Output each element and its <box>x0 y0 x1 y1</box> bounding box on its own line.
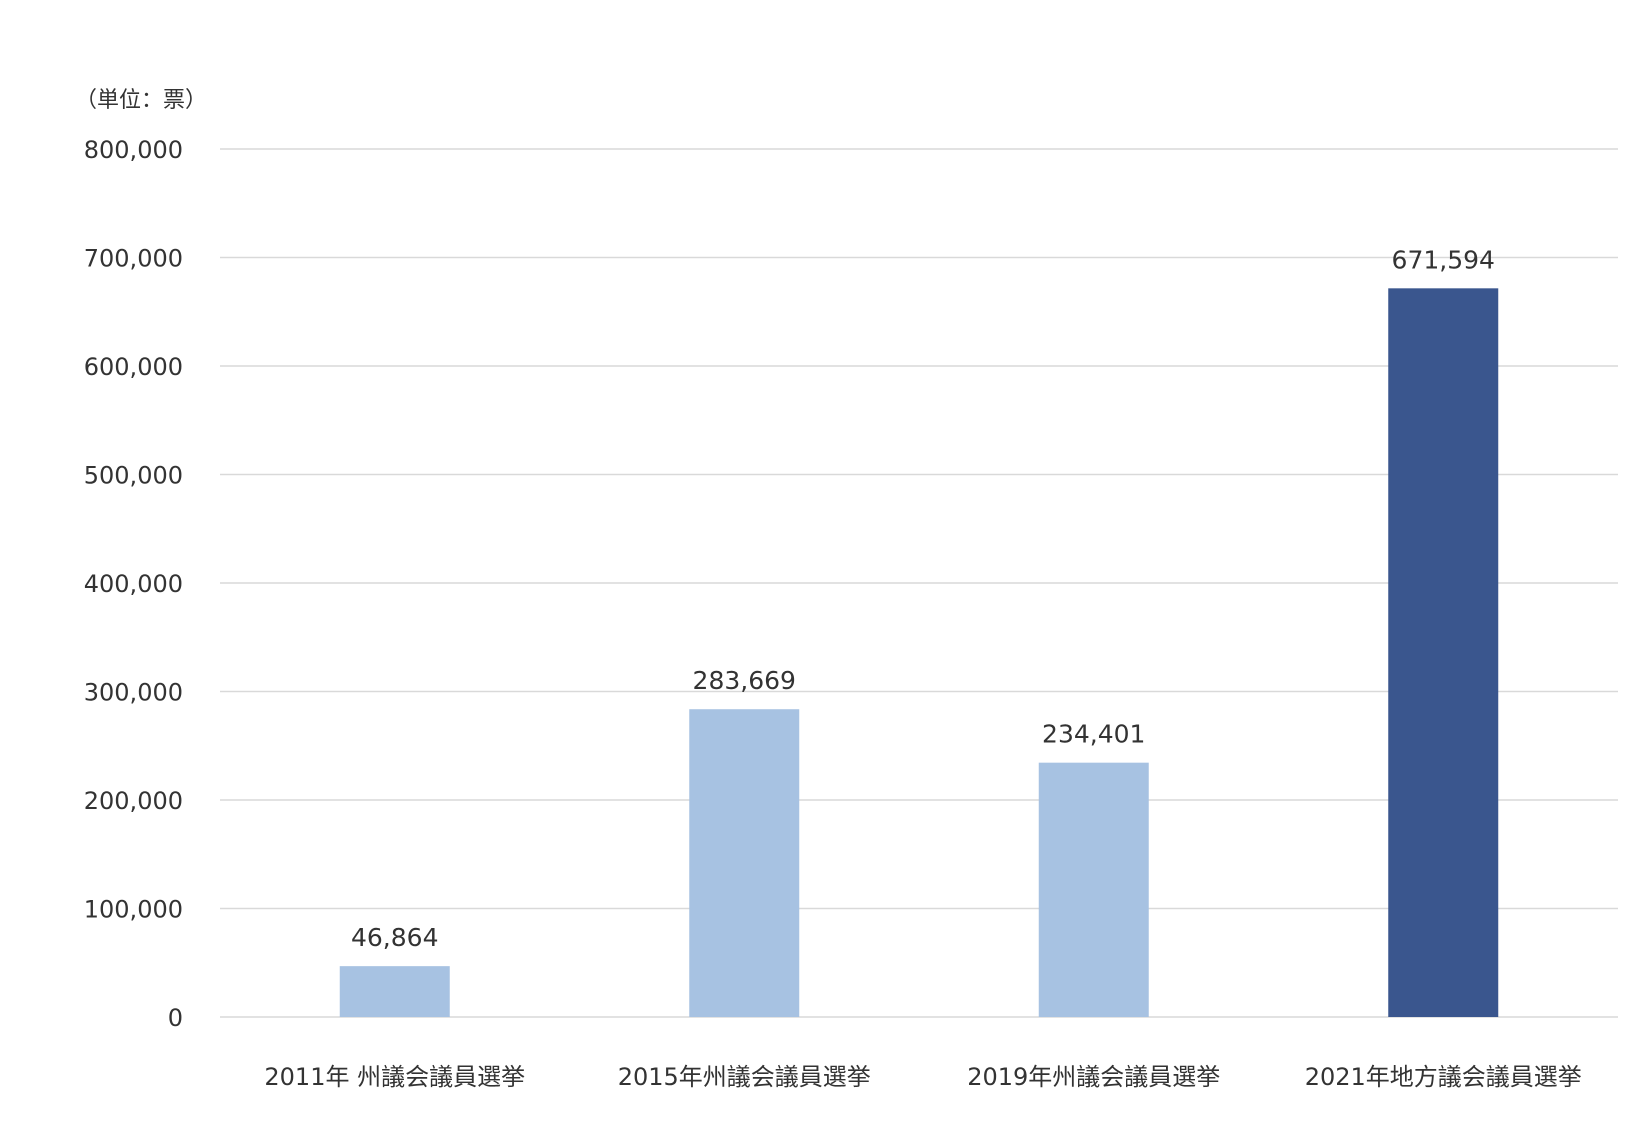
y-tick-label: 0 <box>168 1004 183 1032</box>
bar-value-label: 671,594 <box>1392 245 1495 274</box>
x-axis-categories: 2011年 州議会議員選挙 2015年州議会議員選挙 2019年州議会議員選挙 202… <box>264 1063 1581 1091</box>
y-tick-label: 400,000 <box>84 570 183 598</box>
bar-value-label: 46,864 <box>351 923 438 952</box>
data-labels: 46,864 283,669 234,401 671,594 <box>351 245 1495 952</box>
bar <box>689 709 800 1017</box>
unit-label: （単位：票） <box>75 88 207 113</box>
y-tick-label: 100,000 <box>84 896 183 924</box>
bars <box>339 288 1499 1017</box>
x-category-label: 2019年州議会議員選挙 <box>967 1063 1220 1091</box>
bar <box>1388 288 1499 1017</box>
x-category-label: 2011年 州議会議員選挙 <box>264 1063 525 1091</box>
bar <box>1038 762 1149 1017</box>
y-tick-label: 200,000 <box>84 787 183 815</box>
bar-chart: 0 100,000 200,000 300,000 400,000 500,000 600,… <box>75 88 1618 1091</box>
y-tick-label: 700,000 <box>84 245 183 273</box>
bar-value-label: 283,669 <box>693 666 796 695</box>
y-tick-label: 500,000 <box>84 462 183 490</box>
x-category-label: 2021年地方議会議員選挙 <box>1305 1063 1582 1091</box>
y-tick-label: 800,000 <box>84 136 183 164</box>
x-category-label: 2015年州議会議員選挙 <box>618 1063 871 1091</box>
y-tick-label: 300,000 <box>84 679 183 707</box>
bar <box>339 966 450 1017</box>
chart-root: 0 100,000 200,000 300,000 400,000 500,000 600,… <box>0 0 1646 1134</box>
y-tick-label: 600,000 <box>84 353 183 381</box>
y-axis-ticks: 0 100,000 200,000 300,000 400,000 500,000 600,… <box>84 136 183 1032</box>
bar-value-label: 234,401 <box>1042 720 1145 749</box>
